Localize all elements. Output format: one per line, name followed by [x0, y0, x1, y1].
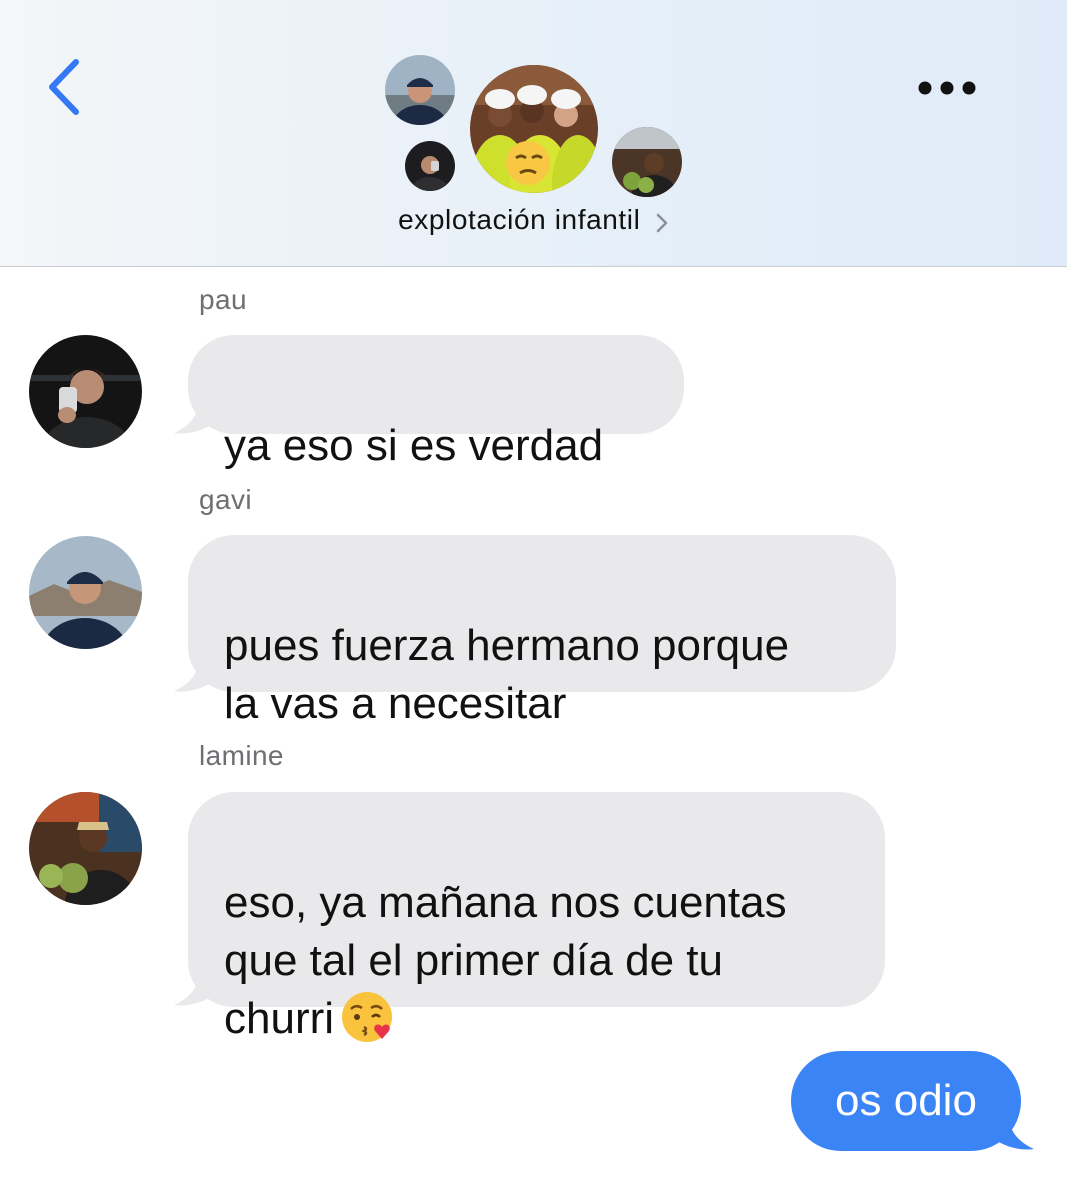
message-text: pues fuerza hermano porque la vas a nece… [224, 621, 790, 728]
sent-message-text: os odio [835, 1076, 977, 1125]
kissing-face-heart-emoji [342, 992, 393, 1043]
sender-name: lamine [199, 740, 284, 771]
back-button[interactable] [40, 52, 90, 122]
sender-name: pau [199, 284, 247, 315]
bubble-tail [174, 396, 216, 434]
group-member-avatar[interactable] [612, 127, 682, 197]
ellipsis-icon [918, 81, 976, 95]
bubble-tail [174, 654, 216, 692]
sent-bubble-tail [992, 1112, 1034, 1150]
chevron-right-icon [656, 213, 668, 233]
message-text: ya eso si es verdad [224, 421, 604, 470]
sender-avatar[interactable] [29, 792, 142, 905]
more-options-button[interactable] [905, 70, 990, 106]
group-photo-avatar[interactable] [470, 65, 598, 193]
group-member-avatar[interactable] [385, 55, 455, 125]
sent-message-bubble[interactable]: os odio [791, 1051, 1021, 1151]
sender-avatar[interactable] [29, 335, 142, 448]
message-bubble[interactable]: pues fuerza hermano porque la vas a nece… [188, 535, 896, 728]
group-info-button[interactable]: explotación infantil [0, 204, 1067, 236]
message-bubble[interactable]: ya eso si es verdad [188, 335, 684, 470]
message-text: eso, ya mañana nos cuentas que tal el pr… [224, 878, 787, 1043]
conversation-header: explotación infantil [0, 0, 1067, 267]
message-bubble[interactable]: eso, ya mañana nos cuentas que tal el pr… [188, 792, 885, 1043]
bubble-tail [174, 968, 216, 1006]
chat-screen: explotación infantil pau ya eso si es ve… [0, 0, 1067, 1200]
group-member-avatar[interactable] [405, 141, 455, 191]
group-name: explotación infantil [398, 204, 641, 235]
sender-avatar[interactable] [29, 536, 142, 649]
sender-name: gavi [199, 484, 252, 515]
chevron-left-icon [49, 59, 79, 115]
